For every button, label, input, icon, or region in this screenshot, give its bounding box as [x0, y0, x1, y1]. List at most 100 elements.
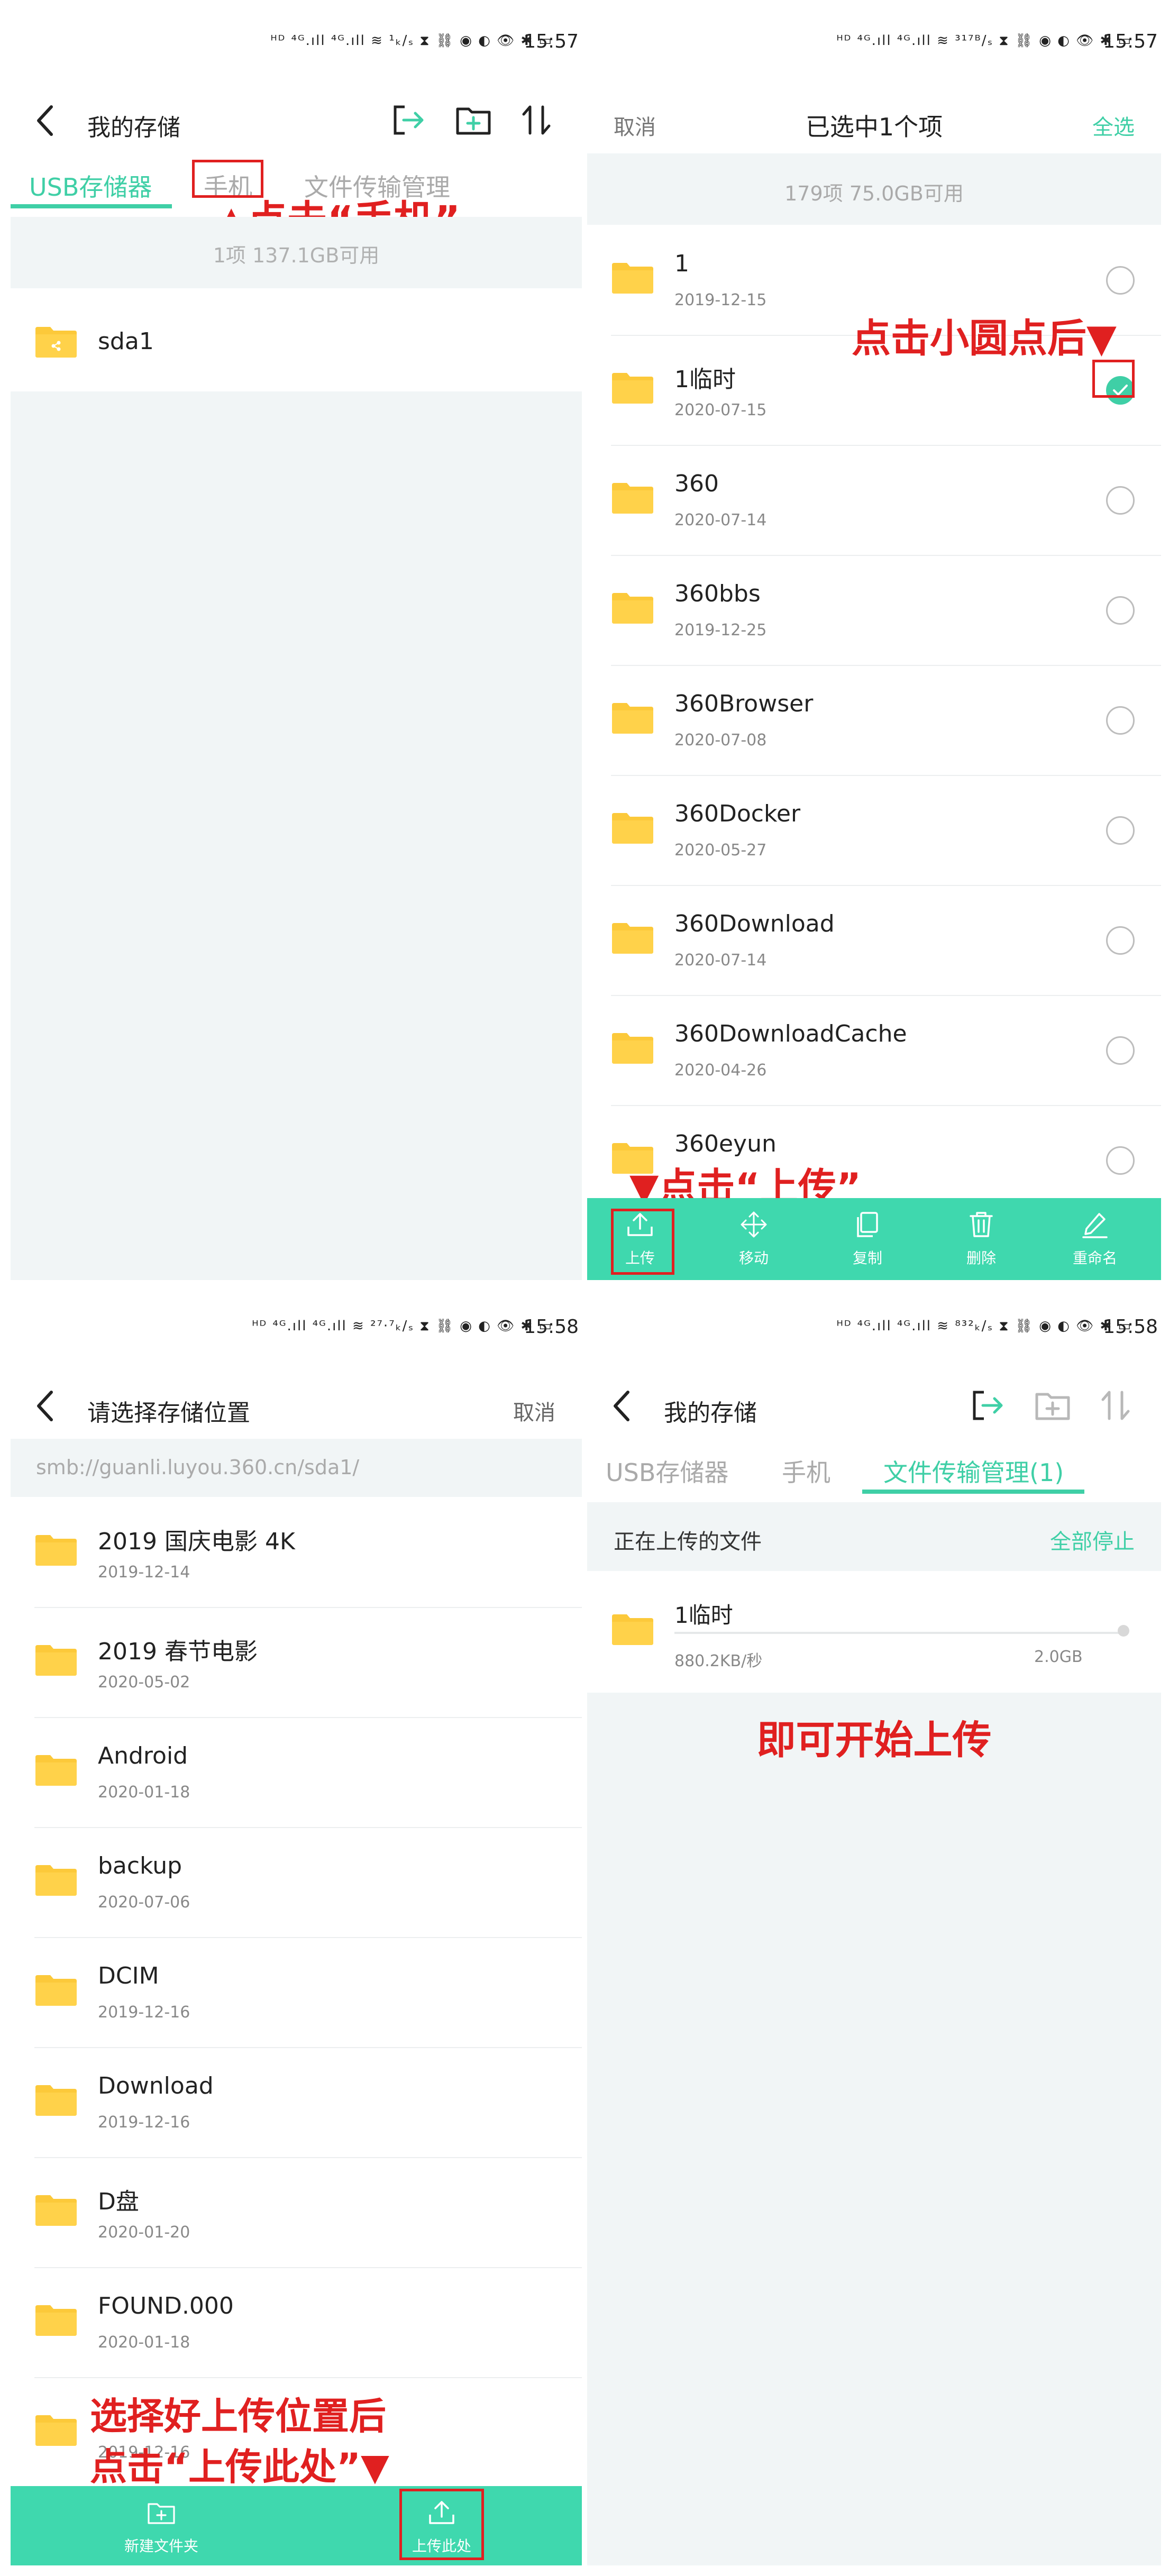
radio-unchecked[interactable] [1106, 486, 1135, 515]
list-item[interactable]: 360 2020-07-14 [587, 445, 1161, 556]
panel-select-items: ᴴᴰ ⁴ᴳ.ıll ⁴ᴳ.ıll ≋ ³¹⁷ᴮ/ₛ ⧗ ⛓ ◉ ◐ 👁 ✱ ▭ … [587, 11, 1161, 1280]
path-band: smb://guanli.luyou.360.cn/sda1/ [11, 1439, 582, 1497]
empty-area [11, 391, 582, 1280]
list-item[interactable]: DCIM 2019-12-16 [11, 1937, 582, 2048]
new-folder-label: 新建文件夹 [124, 2537, 198, 2555]
folder-icon [34, 2414, 78, 2447]
status-dot-icon[interactable] [1118, 1625, 1129, 1637]
item-date: 2019-12-15 [674, 291, 767, 309]
folder-icon [611, 1613, 654, 1646]
list-item[interactable]: FOUND.000 2020-01-18 [11, 2267, 582, 2378]
list-item[interactable]: sda1 [11, 291, 582, 397]
item-date: 2020-07-06 [98, 1893, 190, 1912]
item-name: 1临时 [674, 366, 736, 393]
header: 请选择存储位置 取消 [11, 1375, 582, 1439]
radio-unchecked[interactable] [1106, 816, 1135, 845]
copy-button[interactable]: 复制 [815, 1198, 920, 1277]
delete-button[interactable]: 删除 [928, 1198, 1034, 1277]
new-folder-icon[interactable] [455, 102, 492, 139]
header: 我的存储 [587, 1375, 1161, 1439]
rename-label: 重命名 [1072, 1249, 1117, 1267]
progress-track [674, 1632, 1119, 1634]
item-name: DCIM [98, 1962, 159, 1989]
folder-icon [34, 2084, 78, 2117]
header: 取消 已选中1个项 全选 [587, 90, 1161, 153]
back-arrow-icon[interactable] [611, 1390, 632, 1422]
radio-unchecked[interactable] [1106, 1036, 1135, 1065]
shared-folder-icon [34, 326, 78, 359]
page-title: 我的存储 [87, 114, 180, 141]
tab-usb-storage[interactable]: USB存储器 [606, 1454, 728, 1488]
item-date: 2020-07-14 [674, 951, 767, 970]
page-title: 已选中1个项 [805, 113, 943, 141]
exit-icon[interactable] [968, 1387, 1005, 1424]
tab-phone[interactable]: 手机 [782, 1454, 830, 1488]
item-date: 2020-04-26 [674, 1061, 767, 1080]
list-item[interactable]: 360Docker 2020-05-27 [587, 775, 1161, 886]
status-bar: ᴴᴰ ⁴ᴳ.ıll ⁴ᴳ.ıll ≋ ⁸³²ₖ/ₛ ⧗ ⛓ ◉ ◐ 👁 ✱ ▭ … [587, 1296, 1161, 1349]
item-name: sda1 [98, 328, 154, 355]
move-label: 移动 [738, 1249, 769, 1267]
folder-icon [34, 1644, 78, 1677]
folder-icon [34, 1864, 78, 1897]
stop-all-button[interactable]: 全部停止 [1050, 1524, 1135, 1555]
select-all-button[interactable]: 全选 [1092, 110, 1135, 141]
list-item[interactable]: Android 2020-01-18 [11, 1717, 582, 1828]
info-band: 179项 75.0GB可用 [587, 153, 1161, 225]
status-time: 15:57 [1103, 31, 1158, 52]
item-name: D盘 [98, 2188, 139, 2215]
back-arrow-icon[interactable] [34, 105, 56, 136]
highlight-box [611, 1209, 674, 1275]
folder-icon [611, 812, 654, 845]
item-name: 360Browser [674, 690, 814, 717]
folder-icon [611, 592, 654, 625]
folder-icon [611, 482, 654, 515]
item-date: 2019-12-14 [98, 1563, 190, 1582]
move-button[interactable]: 移动 [701, 1198, 807, 1277]
status-icons: ᴴᴰ ⁴ᴳ.ıll ⁴ᴳ.ıll ≋ ¹ₖ/ₛ ⧗ ⛓ ◉ ◐ 👁 ✱ ▭ [270, 33, 553, 49]
new-folder-button[interactable]: 新建文件夹 [98, 2486, 225, 2565]
list-item[interactable]: 360DownloadCache 2020-04-26 [587, 995, 1161, 1106]
tab-usb-storage[interactable]: USB存储器 [29, 168, 152, 203]
uploading-file-row[interactable]: 1临时 880.2KB/秒 2.0GB [587, 1571, 1161, 1693]
folder-icon [611, 1032, 654, 1065]
bottom-action-bar: 新建文件夹 上传此处 [11, 2486, 582, 2565]
item-date: 2020-05-27 [674, 841, 767, 860]
item-date: 2020-01-18 [98, 1783, 190, 1802]
folder-icon [34, 2304, 78, 2337]
move-icon [741, 1211, 767, 1238]
list-item[interactable]: 2019 春节电影 2020-05-02 [11, 1607, 582, 1718]
list-item[interactable]: 2019 国庆电影 4K 2019-12-14 [11, 1497, 582, 1608]
sort-icon[interactable] [518, 102, 555, 139]
rename-button[interactable]: 重命名 [1042, 1198, 1148, 1277]
page-title: 我的存储 [664, 1400, 757, 1427]
exit-icon[interactable] [389, 102, 426, 139]
list-item[interactable]: backup 2020-07-06 [11, 1827, 582, 1938]
highlight-box [1092, 360, 1135, 398]
radio-unchecked[interactable] [1106, 266, 1135, 295]
item-date: 2019-12-16 [98, 2113, 190, 2132]
radio-unchecked[interactable] [1106, 926, 1135, 955]
item-date: 2020-07-08 [674, 731, 767, 750]
cancel-button[interactable]: 取消 [513, 1395, 555, 1426]
item-date: 2019-12-16 [98, 2003, 190, 2022]
radio-unchecked[interactable] [1106, 706, 1135, 735]
list-item[interactable]: Download 2019-12-16 [11, 2047, 582, 2158]
radio-unchecked[interactable] [1106, 1146, 1135, 1175]
list-item[interactable]: 360Download 2020-07-14 [587, 885, 1161, 996]
annotation-tap-circle: 点击小圆点后▼ [852, 316, 1117, 361]
folder-icon [34, 1754, 78, 1787]
radio-unchecked[interactable] [1106, 596, 1135, 625]
item-name: 360eyun [674, 1130, 777, 1157]
list-item[interactable]: 360Browser 2020-07-08 [587, 665, 1161, 776]
list-item[interactable]: D盘 2020-01-20 [11, 2157, 582, 2268]
folder-icon [34, 1534, 78, 1567]
tab-transfer-manager[interactable]: 文件传输管理(1) [883, 1454, 1064, 1488]
storage-info: 179项 75.0GB可用 [784, 182, 964, 205]
annotation-line-1: 选择好上传位置后 [90, 2395, 386, 2438]
item-name: 1 [674, 250, 689, 277]
back-arrow-icon[interactable] [34, 1390, 56, 1422]
copy-icon [857, 1212, 878, 1237]
list-item[interactable]: 360bbs 2019-12-25 [587, 555, 1161, 666]
item-name: 360 [674, 470, 719, 497]
